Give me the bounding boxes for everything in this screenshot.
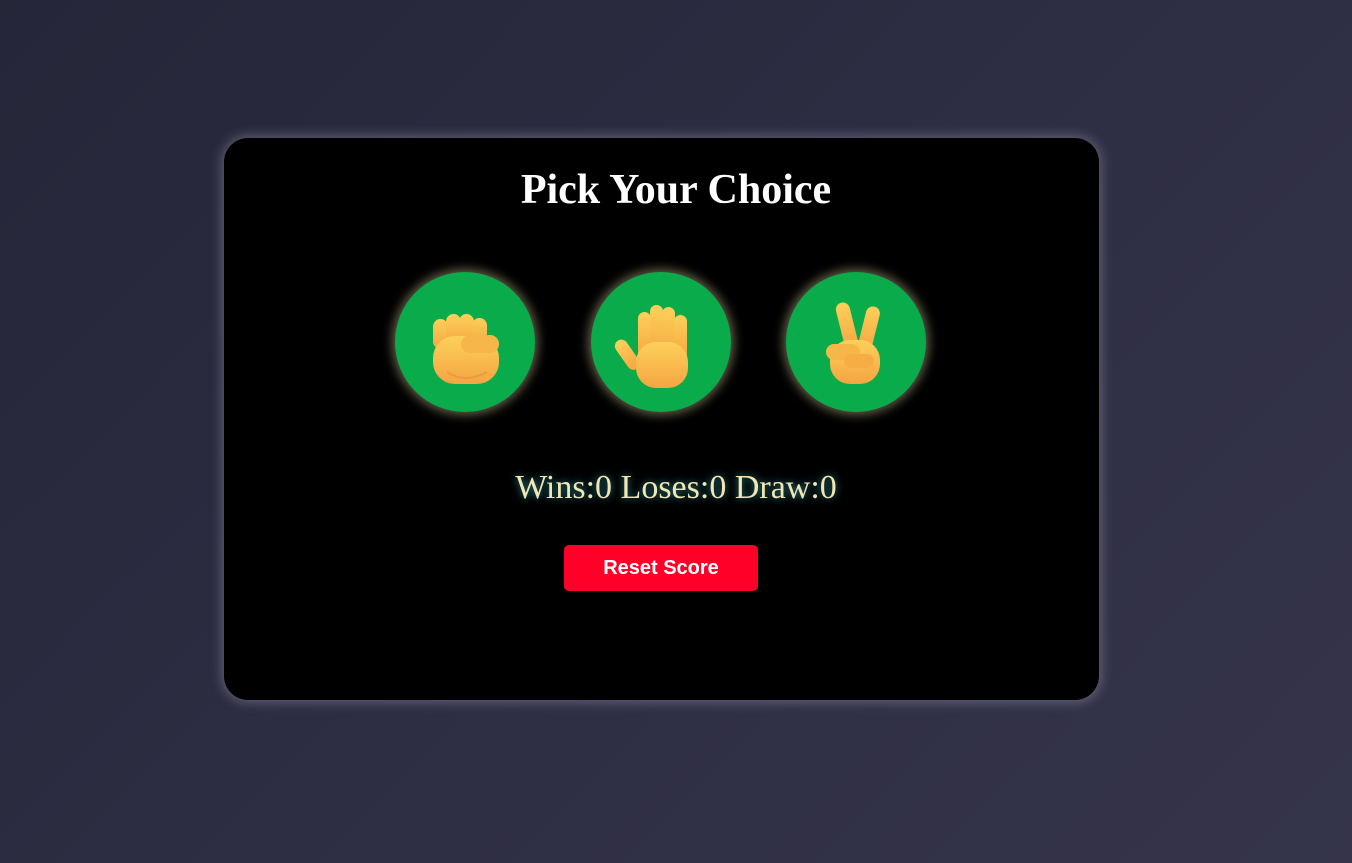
- loses-count: 0: [709, 469, 727, 506]
- paper-choice-button[interactable]: [591, 272, 731, 412]
- page-title: Pick Your Choice: [520, 167, 832, 213]
- draw-label: Draw:: [734, 469, 820, 506]
- rock-choice-button[interactable]: [395, 272, 535, 412]
- score-display: Wins:0 Loses:0 Draw:0: [0, 468, 1352, 508]
- reset-score-button[interactable]: Reset Score: [564, 545, 758, 591]
- wins-count: 0: [595, 469, 613, 506]
- draw-count: 0: [819, 469, 837, 506]
- game-card: [224, 138, 1099, 700]
- scissors-choice-button[interactable]: [786, 272, 926, 412]
- raised-fist-icon: [433, 314, 499, 384]
- wins-label: Wins:: [515, 469, 596, 506]
- loses-label: Loses:: [620, 469, 710, 506]
- raised-hand-icon: [614, 305, 688, 388]
- victory-hand-icon: [826, 302, 880, 384]
